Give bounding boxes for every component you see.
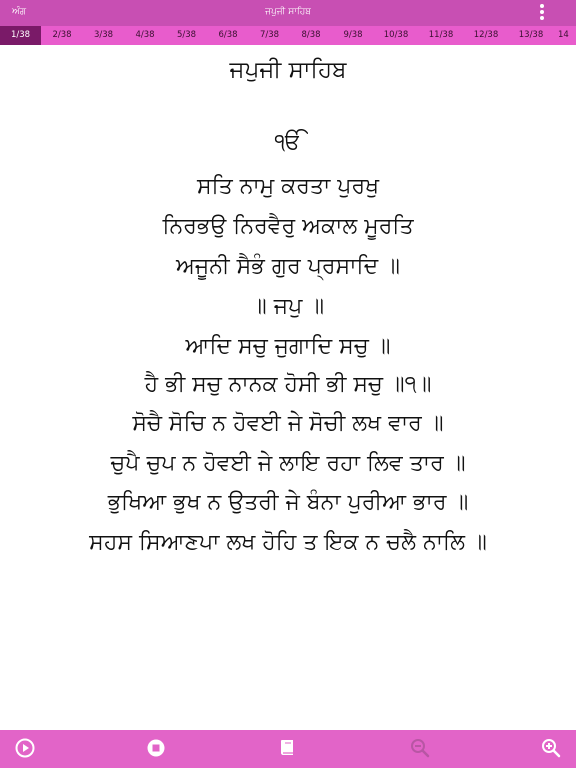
page-tabs-bar: 1/38 2/38 3/38 4/38 5/38 6/38 7/38 8/38 … bbox=[0, 26, 576, 45]
zoom-out-icon bbox=[408, 736, 432, 760]
zoom-in-icon[interactable] bbox=[539, 736, 563, 760]
top-navigation-bar: ਅੰਗ ਜਪੁਜੀ ਸਾਹਿਬ bbox=[0, 0, 576, 26]
verse-line: ਸਹਸ ਸਿਆਣਪਾ ਲਖ ਹੋਹਿ ਤ ਇਕ ਨ ਚਲੈ ਨਾਲਿ ॥ bbox=[89, 530, 487, 555]
page-tab-6[interactable]: 6/38 bbox=[207, 26, 249, 45]
verse-line: ਨਿਰਭਉ ਨਿਰਵੈਰੁ ਅਕਾਲ ਮੂਰਤਿ bbox=[162, 214, 414, 239]
page-tab-13[interactable]: 13/38 bbox=[508, 26, 554, 45]
page-tab-1[interactable]: 1/38 bbox=[0, 26, 41, 45]
play-icon[interactable] bbox=[13, 736, 37, 760]
stop-icon[interactable] bbox=[144, 736, 168, 760]
page-tab-14[interactable]: 14 bbox=[558, 26, 576, 45]
page-tab-11[interactable]: 11/38 bbox=[418, 26, 464, 45]
page-tab-12[interactable]: 12/38 bbox=[464, 26, 508, 45]
content-heading: ਜਪੁਜੀ ਸਾਹਿਬ bbox=[229, 57, 347, 83]
page-tab-5[interactable]: 5/38 bbox=[166, 26, 207, 45]
more-vertical-icon[interactable] bbox=[538, 3, 546, 21]
page-tab-7[interactable]: 7/38 bbox=[249, 26, 290, 45]
verse-line: ਸੋਚੈ ਸੋਚਿ ਨ ਹੋਵਈ ਜੇ ਸੋਚੀ ਲਖ ਵਾਰ ॥ bbox=[132, 411, 444, 436]
verse-line: ਭੁਖਿਆ ਭੁਖ ਨ ਉਤਰੀ ਜੇ ਬੰਨਾ ਪੁਰੀਆ ਭਾਰ ॥ bbox=[107, 490, 469, 515]
verse-line: ਚੁਪੈ ਚੁਪ ਨ ਹੋਵਈ ਜੇ ਲਾਇ ਰਹਾ ਲਿਵ ਤਾਰ ॥ bbox=[110, 451, 466, 476]
verse-line: ॥ ਜਪੁ ॥ bbox=[251, 294, 325, 319]
page-tab-2[interactable]: 2/38 bbox=[41, 26, 83, 45]
page-tab-8[interactable]: 8/38 bbox=[290, 26, 332, 45]
book-icon[interactable] bbox=[276, 736, 300, 760]
verse-line: ਸਤਿ ਨਾਮੁ ਕਰਤਾ ਪੁਰਖੁ bbox=[196, 174, 380, 199]
verse-line: ਹੈ ਭੀ ਸਚੁ ਨਾਨਕ ਹੋਸੀ ਭੀ ਸਚੁ ॥੧॥ bbox=[144, 372, 432, 397]
page-tab-4[interactable]: 4/38 bbox=[124, 26, 166, 45]
page-title: ਜਪੁਜੀ ਸਾਹਿਬ bbox=[265, 7, 311, 17]
page-tab-10[interactable]: 10/38 bbox=[374, 26, 418, 45]
scripture-content: ਜਪੁਜੀ ਸਾਹਿਬ ੴ ਸਤਿ ਨਾਮੁ ਕਰਤਾ ਪੁਰਖੁ ਨਿਰਭਉ … bbox=[0, 45, 576, 730]
bottom-toolbar bbox=[0, 730, 576, 768]
verse-line: ਅਜੂਨੀ ਸੈਭੰ ਗੁਰ ਪ੍ਰਸਾਦਿ ॥ bbox=[176, 254, 400, 279]
verse-line: ਆਦਿ ਸਚੁ ਜੁਗਾਦਿ ਸਚੁ ॥ bbox=[185, 334, 391, 359]
page-tab-3[interactable]: 3/38 bbox=[83, 26, 124, 45]
page-tab-9[interactable]: 9/38 bbox=[332, 26, 374, 45]
verse-line: ੴ bbox=[274, 130, 302, 155]
